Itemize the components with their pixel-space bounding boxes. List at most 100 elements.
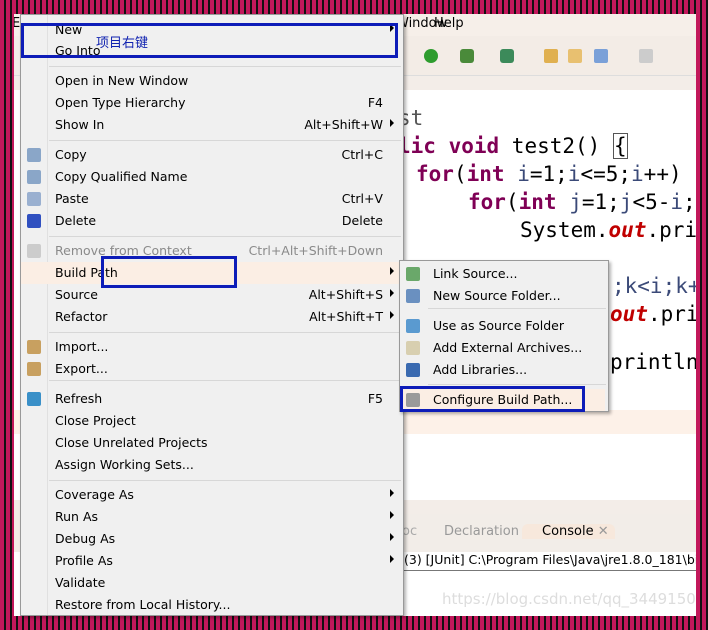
menu-item-label: Paste <box>55 191 89 206</box>
menu-item-label: Delete <box>55 213 97 228</box>
menu-item-profile-as[interactable]: Profile As <box>21 550 403 572</box>
folder-icon[interactable] <box>568 49 582 63</box>
external-tools-icon[interactable] <box>500 49 514 63</box>
menu-item-shortcut: Alt+Shift+W <box>304 117 383 132</box>
menu-separator <box>49 332 401 333</box>
close-icon[interactable]: ✕ <box>598 524 609 539</box>
watermark: https://blog.csdn.net/qq_34491508 <box>442 590 696 608</box>
menu-item-copy[interactable]: Copy Ctrl+C <box>21 144 403 166</box>
menu-item-run-as[interactable]: Run As <box>21 506 403 528</box>
code-line: for(int j=1;j<5-i; <box>468 190 696 214</box>
menu-separator <box>49 66 401 67</box>
debug-icon[interactable] <box>460 49 474 63</box>
code-line: out.pri <box>610 302 696 326</box>
menu-item-label: Open in New Window <box>55 73 189 88</box>
highlight-box-new <box>21 23 398 58</box>
submenu-arrow-icon <box>390 289 394 297</box>
menu-item-add-external-archives[interactable]: Add External Archives... <box>400 337 608 359</box>
menu-item-label: Show In <box>55 117 105 132</box>
submenu-arrow-icon <box>390 311 394 319</box>
jar-icon <box>406 341 420 355</box>
menu-item-label: Restore from Local History... <box>55 597 231 612</box>
run-icon[interactable] <box>424 49 438 63</box>
menu-item-add-libraries[interactable]: Add Libraries... <box>400 359 608 381</box>
submenu-arrow-icon <box>390 511 394 519</box>
menu-separator <box>49 380 401 381</box>
tab-console-label: Console <box>542 524 594 539</box>
import-icon <box>27 340 41 354</box>
submenu-arrow-icon <box>390 555 394 563</box>
tab-declaration[interactable]: Declaration <box>444 524 519 539</box>
copy-qualified-icon <box>27 170 41 184</box>
menu-item-label: New Source Folder... <box>433 288 561 303</box>
menu-item-validate[interactable]: Validate <box>21 572 403 594</box>
menu-item-label: Refresh <box>55 391 103 406</box>
menu-item-paste[interactable]: Paste Ctrl+V <box>21 188 403 210</box>
submenu-arrow-icon <box>390 119 394 127</box>
menu-item-copy-qualified-name[interactable]: Copy Qualified Name <box>21 166 403 188</box>
menu-item-shortcut: Ctrl+Alt+Shift+Down <box>248 243 383 258</box>
link-source-icon <box>406 267 420 281</box>
open-folder-icon[interactable] <box>544 49 558 63</box>
code-line: for(int i=1;i<=5;i++) <box>416 162 682 186</box>
menu-item-refactor[interactable]: Refactor Alt+Shift+T <box>21 306 403 328</box>
menu-item-label: Source <box>55 287 98 302</box>
menu-item-delete[interactable]: Delete Delete <box>21 210 403 232</box>
tab-javadoc[interactable]: oc <box>402 524 417 539</box>
menu-item-label: Coverage As <box>55 487 134 502</box>
wand-icon[interactable] <box>594 49 608 63</box>
highlight-box-configure <box>400 386 585 412</box>
menu-separator <box>49 140 401 141</box>
menu-item-link-source[interactable]: Link Source... <box>400 263 608 285</box>
delete-icon <box>27 214 41 228</box>
menu-item-use-as-source-folder[interactable]: Use as Source Folder <box>400 315 608 337</box>
code-line: ;k<i;k+ <box>612 274 696 298</box>
menu-item-shortcut: Alt+Shift+T <box>309 309 383 324</box>
menu-item-shortcut: Delete <box>341 213 383 228</box>
menu-item-new-source-folder[interactable]: New Source Folder... <box>400 285 608 307</box>
menu-item-assign-working-sets[interactable]: Assign Working Sets... <box>21 454 403 476</box>
annotation-label: 项目右键 <box>96 36 149 51</box>
menu-item-open-in-new-window[interactable]: Open in New Window <box>21 70 403 92</box>
menu-item-label: Run As <box>55 509 99 524</box>
menu-item-refresh[interactable]: Refresh F5 <box>21 388 403 410</box>
menu-item-close-project[interactable]: Close Project <box>21 410 403 432</box>
frame-top <box>0 0 708 14</box>
menu-item-label: Export... <box>55 361 108 376</box>
next-annotation-icon[interactable] <box>639 49 653 63</box>
menu-item-debug-as[interactable]: Debug As <box>21 528 403 550</box>
menu-item-restore-from-local-history[interactable]: Restore from Local History... <box>21 594 403 616</box>
menu-separator <box>49 236 401 237</box>
new-source-folder-icon <box>406 289 420 303</box>
menu-item-close-unrelated-projects[interactable]: Close Unrelated Projects <box>21 432 403 454</box>
menu-item-label: Validate <box>55 575 106 590</box>
menu-item-shortcut: Ctrl+C <box>341 147 383 162</box>
menu-item-label: Refactor <box>55 309 108 324</box>
menu-item-export[interactable]: Export... <box>21 358 403 380</box>
menu-item-label: Import... <box>55 339 109 354</box>
menu-help[interactable]: Help <box>434 16 464 31</box>
source-folder-icon <box>406 319 420 333</box>
menu-item-label: Debug As <box>55 531 116 546</box>
menu-item-import[interactable]: Import... <box>21 336 403 358</box>
refresh-icon <box>27 392 41 406</box>
menu-item-label: Use as Source Folder <box>433 318 565 333</box>
remove-context-icon <box>27 244 41 258</box>
frame-bottom <box>0 616 708 630</box>
code-line: lic void test2() { <box>398 133 628 159</box>
context-menu: New Go Into Open in New Window Open Type Hi… <box>20 14 404 616</box>
menu-item-open-type-hierarchy[interactable]: Open Type Hierarchy F4 <box>21 92 403 114</box>
menu-item-label: Close Project <box>55 413 136 428</box>
submenu-arrow-icon <box>390 489 394 497</box>
menu-item-show-in[interactable]: Show In Alt+Shift+W <box>21 114 403 136</box>
menu-item-label: Assign Working Sets... <box>55 457 194 472</box>
code-line: println <box>610 350 696 374</box>
menu-item-coverage-as[interactable]: Coverage As <box>21 484 403 506</box>
library-icon <box>406 363 420 377</box>
menu-item-shortcut: F4 <box>367 95 383 110</box>
menu-item-label: Copy <box>55 147 87 162</box>
menu-item-label: Open Type Hierarchy <box>55 95 186 110</box>
menu-item-shortcut: Ctrl+V <box>341 191 383 206</box>
export-icon <box>27 362 41 376</box>
tab-console[interactable]: Console ✕ <box>522 524 615 539</box>
